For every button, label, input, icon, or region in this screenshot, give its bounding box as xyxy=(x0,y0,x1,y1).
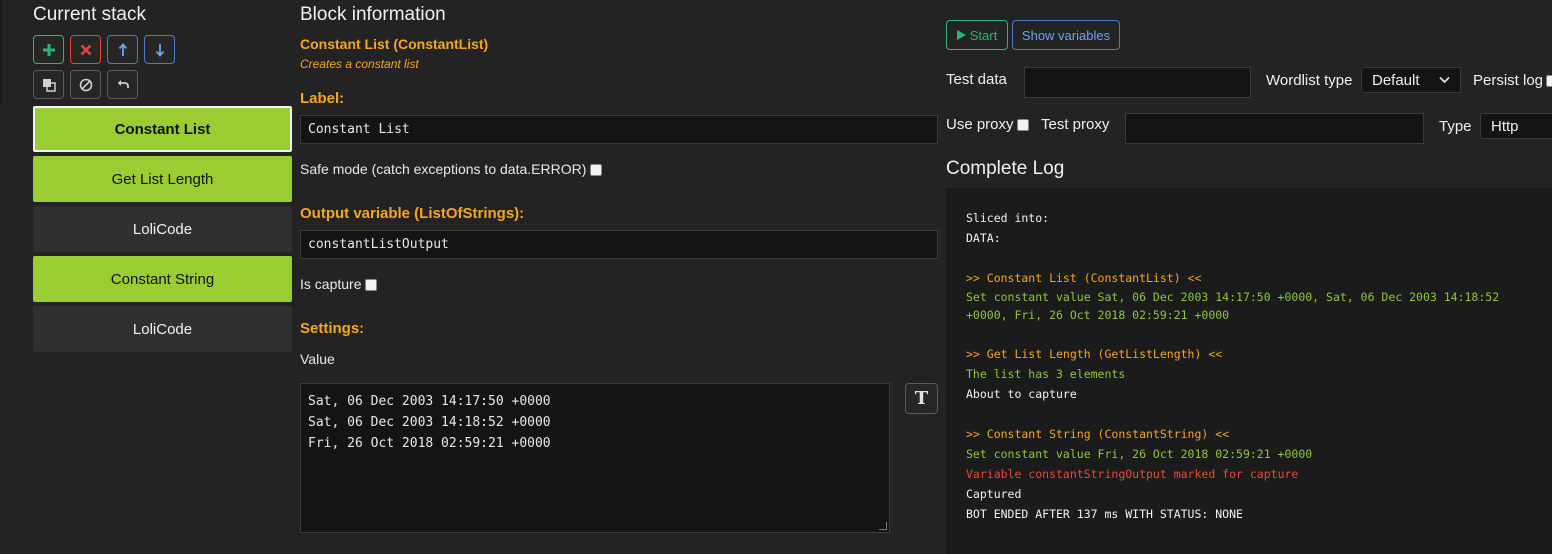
proxy-type-value: Http xyxy=(1491,117,1519,135)
label-input[interactable]: Constant List xyxy=(300,115,938,144)
block-name: Constant List (ConstantList) xyxy=(300,36,489,52)
output-variable-value: constantListOutput xyxy=(308,237,449,252)
start-button[interactable]: Start xyxy=(946,20,1008,50)
move-up-button[interactable] xyxy=(107,35,138,64)
value-line: Fri, 26 Oct 2018 02:59:21 +0000 xyxy=(308,436,551,451)
persist-log-label: Persist log xyxy=(1473,72,1544,89)
text-format-icon: T xyxy=(914,388,929,409)
block-description: Creates a constant list xyxy=(300,57,419,71)
stack-block-label: Constant String xyxy=(110,270,215,288)
stack-block-label: Get List Length xyxy=(111,170,214,188)
value-label: Value xyxy=(300,351,335,367)
chevron-down-icon xyxy=(1439,76,1450,84)
persist-log-row: Persist log xyxy=(1473,72,1552,89)
stack-block-label: LoliCode xyxy=(132,320,193,338)
debugger-panel: Start Show variables Test data Wordlist … xyxy=(946,0,1552,554)
test-data-label: Test data xyxy=(946,71,1007,88)
log-line: Captured xyxy=(966,487,1022,501)
complete-log-title: Complete Log xyxy=(946,158,1065,179)
log-line: >> Get List Length (GetListLength) << xyxy=(966,347,1223,361)
stack-block-label: Constant List xyxy=(114,120,211,138)
proxy-type-select[interactable]: Http xyxy=(1480,113,1552,139)
log-line: Variable constantStringOutput marked for… xyxy=(966,467,1299,481)
wordlist-type-value: Default xyxy=(1372,71,1420,89)
output-variable-input[interactable]: constantListOutput xyxy=(300,230,938,259)
output-variable-heading: Output variable (ListOfStrings): xyxy=(300,205,525,222)
log-line: Set constant value Sat, 06 Dec 2003 14:1… xyxy=(966,290,1507,322)
stack-block[interactable]: LoliCode xyxy=(33,306,292,352)
start-button-label: Start xyxy=(969,27,998,43)
arrow-down-icon xyxy=(155,43,164,57)
undo-icon xyxy=(117,79,129,88)
log-line: Sliced into: xyxy=(966,211,1050,225)
disable-icon xyxy=(79,78,92,91)
move-down-button[interactable] xyxy=(144,35,175,64)
persist-log-checkbox[interactable] xyxy=(1546,75,1552,88)
remove-block-button[interactable] xyxy=(70,35,101,64)
is-capture-row: Is capture xyxy=(300,276,378,292)
label-input-value: Constant List xyxy=(308,122,410,137)
complete-log-panel: Sliced into: DATA: >> Constant List (Con… xyxy=(946,188,1552,554)
value-line: Sat, 06 Dec 2003 14:18:52 +0000 xyxy=(308,415,551,430)
test-proxy-label: Test proxy xyxy=(1041,116,1110,133)
stack-block[interactable]: Constant String xyxy=(33,256,292,302)
stack-block[interactable]: Constant List xyxy=(33,106,292,152)
is-capture-checkbox[interactable] xyxy=(365,279,378,292)
value-line: Sat, 06 Dec 2003 14:17:50 +0000 xyxy=(308,394,551,409)
log-line: >> Constant String (ConstantString) << xyxy=(966,427,1230,441)
log-line: The list has 3 elements xyxy=(966,367,1126,381)
plus-icon xyxy=(42,43,55,56)
stack-block[interactable]: Get List Length xyxy=(33,156,292,202)
close-icon xyxy=(80,44,91,55)
safe-mode-label: Safe mode (catch exceptions to data.ERRO… xyxy=(300,161,587,177)
proxy-type-label: Type xyxy=(1439,118,1472,135)
stack-block[interactable]: LoliCode xyxy=(33,206,292,252)
wordlist-type-select[interactable]: Default xyxy=(1361,67,1461,93)
clone-icon xyxy=(42,78,56,92)
use-proxy-label: Use proxy xyxy=(946,116,1014,133)
stack-toolbar-row-2 xyxy=(33,70,138,99)
stack-toolbar-row-1 xyxy=(33,35,175,64)
label-heading: Label: xyxy=(300,90,345,107)
test-data-input[interactable] xyxy=(1024,67,1251,98)
wordlist-type-label: Wordlist type xyxy=(1266,72,1353,89)
safe-mode-row: Safe mode (catch exceptions to data.ERRO… xyxy=(300,161,603,177)
is-capture-label: Is capture xyxy=(300,276,362,292)
log-line: About to capture xyxy=(966,387,1077,401)
show-variables-label: Show variables xyxy=(1021,27,1111,43)
test-proxy-input[interactable] xyxy=(1125,113,1424,144)
safe-mode-checkbox[interactable] xyxy=(590,164,603,177)
log-line: DATA: xyxy=(966,231,1001,245)
use-proxy-row: Use proxy xyxy=(946,116,1029,133)
clone-block-button[interactable] xyxy=(33,70,64,99)
resize-grip[interactable] xyxy=(879,522,887,530)
add-block-button[interactable] xyxy=(33,35,64,64)
stack-title: Current stack xyxy=(33,4,146,25)
undo-button[interactable] xyxy=(107,70,138,99)
block-stack-list: Constant List Get List Length LoliCode C… xyxy=(33,106,292,356)
play-icon xyxy=(956,30,966,40)
block-info-title: Block information xyxy=(300,4,446,25)
settings-heading: Settings: xyxy=(300,320,365,337)
text-mode-button[interactable]: T xyxy=(905,383,938,414)
log-line: >> Constant List (ConstantList) << xyxy=(966,271,1202,285)
value-textarea[interactable]: Sat, 06 Dec 2003 14:17:50 +0000 Sat, 06 … xyxy=(300,383,890,533)
stack-block-label: LoliCode xyxy=(132,220,193,238)
log-line: BOT ENDED AFTER 137 ms WITH STATUS: NONE xyxy=(966,507,1243,521)
log-line: Set constant value Fri, 26 Oct 2018 02:5… xyxy=(966,447,1313,461)
arrow-up-icon xyxy=(118,42,127,56)
use-proxy-checkbox[interactable] xyxy=(1016,119,1029,132)
left-edge-strip xyxy=(0,0,2,106)
show-variables-button[interactable]: Show variables xyxy=(1012,20,1120,50)
disable-block-button[interactable] xyxy=(70,70,101,99)
